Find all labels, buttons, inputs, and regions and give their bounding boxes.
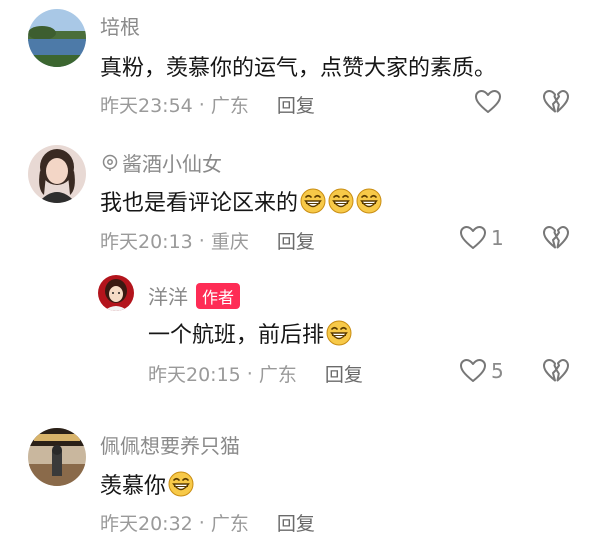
grin-emoji — [356, 188, 382, 214]
comment-text-content: 我也是看评论区来的 — [100, 191, 299, 216]
username-row: 洋洋 作者 — [148, 281, 241, 310]
heart-icon — [459, 225, 487, 251]
heart-icon — [474, 89, 502, 115]
timestamp: 昨天20:15 — [148, 364, 241, 386]
grin-emoji — [328, 188, 354, 214]
username[interactable]: 洋洋 — [148, 281, 188, 310]
comment-meta: 昨天20:13 · 重庆 回复 — [100, 227, 315, 254]
comment-text: 我也是看评论区来的 — [100, 185, 382, 217]
comment-meta: 昨天20:15 · 广东 回复 — [148, 360, 363, 387]
timestamp: 昨天20:13 — [100, 231, 193, 253]
avatar[interactable] — [28, 9, 86, 67]
dislike-button[interactable] — [542, 358, 570, 388]
reply-button[interactable]: 回复 — [277, 91, 315, 118]
dislike-button[interactable] — [542, 89, 570, 119]
separator-dot: · — [198, 229, 205, 252]
author-badge: 作者 — [196, 282, 241, 309]
username[interactable]: 佩佩想要养只猫 — [100, 430, 240, 459]
avatar[interactable] — [28, 428, 86, 486]
avatar[interactable] — [28, 145, 86, 203]
dislike-button[interactable] — [542, 225, 570, 255]
comment-text-content: 羡慕你 — [100, 474, 167, 499]
like-count: 5 — [491, 359, 504, 383]
broken-heart-icon — [542, 358, 570, 384]
username[interactable]: 酱酒小仙女 — [122, 148, 222, 177]
comment-text-content: 一个航班，前后排 — [148, 323, 325, 348]
comment-text: 真粉，羡慕你的运气，点赞大家的素质。 — [100, 50, 496, 82]
comment-meta: 昨天20:32 · 广东 回复 — [100, 509, 315, 536]
username[interactable]: 培根 — [100, 11, 140, 40]
comment-text-content: 真粉，羡慕你的运气，点赞大家的素质。 — [100, 56, 497, 81]
comment-text: 一个航班，前后排 — [148, 317, 352, 349]
comment-meta: 昨天23:54 · 广东 回复 — [100, 91, 315, 118]
reply-button[interactable]: 回复 — [277, 509, 315, 536]
location: 重庆 — [210, 231, 249, 253]
grin-emoji — [300, 188, 326, 214]
grin-emoji — [326, 320, 352, 346]
like-count: 1 — [491, 226, 504, 250]
location: 广东 — [258, 364, 297, 386]
broken-heart-icon — [542, 89, 570, 115]
lake-landscape-avatar — [28, 9, 86, 67]
like-button[interactable]: 1 — [459, 225, 504, 251]
separator-dot: · — [198, 93, 205, 116]
heart-icon — [459, 358, 487, 384]
location: 广东 — [210, 95, 249, 117]
cartoon-girl-avatar — [98, 275, 134, 311]
like-button[interactable] — [474, 89, 502, 115]
reply-button[interactable]: 回复 — [325, 360, 363, 387]
location-pin-icon — [102, 154, 118, 171]
grin-emoji — [168, 471, 194, 497]
username-row: 酱酒小仙女 — [100, 148, 222, 177]
shop-interior-avatar — [28, 428, 86, 486]
timestamp: 昨天23:54 — [100, 95, 193, 117]
woman-portrait-avatar — [28, 145, 86, 203]
location: 广东 — [210, 513, 249, 535]
comment-text: 羡慕你 — [100, 468, 194, 500]
timestamp: 昨天20:32 — [100, 513, 193, 535]
separator-dot: · — [246, 362, 253, 385]
avatar[interactable] — [98, 275, 134, 311]
reply-button[interactable]: 回复 — [277, 227, 315, 254]
separator-dot: · — [198, 511, 205, 534]
like-button[interactable]: 5 — [459, 358, 504, 384]
broken-heart-icon — [542, 225, 570, 251]
